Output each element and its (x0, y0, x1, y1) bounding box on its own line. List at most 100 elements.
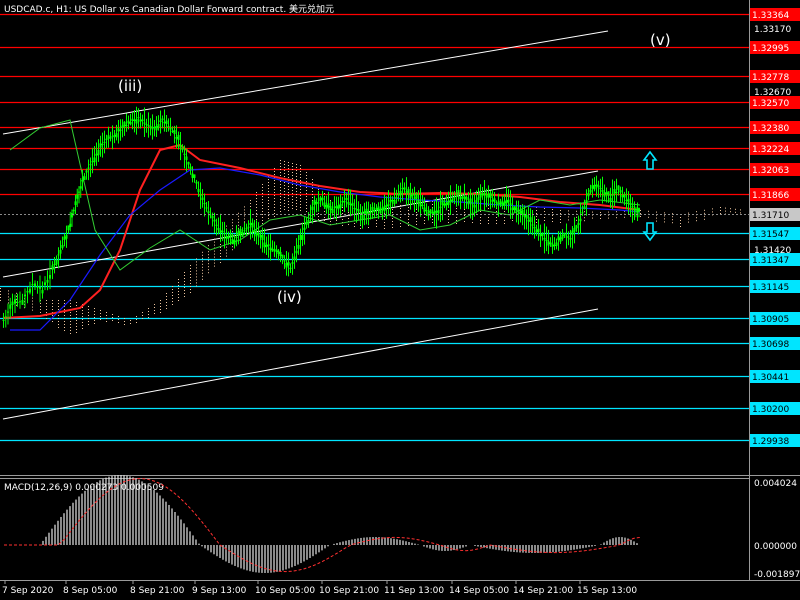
cloud-dot (472, 222, 473, 223)
cloud-dot (568, 219, 569, 221)
cloud-dot (226, 255, 227, 257)
candle-body (619, 190, 622, 193)
cloud-dot (46, 312, 47, 313)
candle-body (603, 192, 606, 197)
candle-body (191, 173, 194, 178)
cloud-dot (552, 215, 553, 216)
cloud-dot (664, 221, 665, 223)
candle-body (481, 193, 484, 195)
cloud-dot (400, 226, 401, 227)
candle-body (359, 212, 362, 214)
time-axis-label: 10 Sep 05:00 (255, 586, 315, 596)
candle-body (235, 236, 238, 238)
cloud-dot (680, 220, 681, 221)
cloud-dot (268, 194, 269, 195)
cloud-dot (118, 319, 119, 320)
cloud-dot (268, 203, 269, 204)
cloud-dot (408, 219, 409, 220)
candle-body (627, 198, 630, 203)
cloud-dot (160, 306, 161, 307)
candle-body (83, 176, 86, 181)
cloud-dot (568, 216, 569, 218)
cloud-dot (274, 189, 275, 190)
cloud-dot (184, 275, 185, 276)
cloud-dot (704, 209, 705, 211)
cloud-dot (268, 215, 269, 216)
candle-body (509, 203, 512, 205)
cloud-dot (432, 222, 433, 223)
cloud-dot (190, 289, 191, 290)
candle-body (459, 196, 462, 200)
candle-body (197, 189, 200, 193)
chart-window[interactable]: (iii) (iv) (v) USDCAD.c, H1: US Dollar v… (0, 0, 800, 600)
cloud-dot (40, 309, 41, 310)
candle-body (575, 225, 578, 229)
candle-body (9, 304, 12, 309)
cloud-dot (288, 171, 289, 172)
candle-body (295, 250, 298, 254)
candle-body (231, 239, 234, 244)
cloud-dot (296, 185, 297, 186)
wave-label-iii: (iii) (118, 77, 142, 95)
price-scale[interactable]: 1.33364 1.32995 1.32778 1.32570 1.32380 1.322… (750, 8, 800, 447)
cloud-dot (208, 260, 209, 262)
candle-body (351, 202, 354, 206)
cloud-dot (268, 191, 269, 192)
cloud-dot (306, 181, 307, 182)
cloud-dot (64, 309, 65, 310)
cloud-dot (274, 201, 275, 202)
cloud-dot (232, 225, 233, 227)
cloud-dot (70, 321, 71, 322)
cloud-dot (70, 306, 71, 307)
candle-body (429, 209, 432, 213)
cloud-dot (238, 215, 239, 217)
cloud-dot (124, 321, 125, 322)
candle-body (635, 208, 637, 211)
cloud-dot (76, 326, 77, 327)
cloud-dot (552, 221, 553, 222)
cloud-dot (296, 200, 297, 201)
candle-body (571, 230, 574, 235)
cloud-dot (178, 300, 179, 301)
cloud-dot (296, 188, 297, 189)
cloud-dot (106, 318, 107, 319)
cloud-dot (488, 217, 489, 218)
cloud-dot (148, 311, 149, 312)
cloud-dot (178, 294, 179, 295)
candle-body (393, 200, 396, 205)
candle-body (553, 245, 556, 247)
cloud-dot (280, 196, 281, 197)
cloud-dot (88, 321, 89, 322)
cloud-dot (296, 197, 297, 198)
cloud-dot (376, 226, 377, 227)
candle-body (24, 294, 26, 297)
candle-body (455, 195, 458, 197)
candle-body (291, 262, 294, 264)
level-label: 1.31145 (752, 283, 789, 293)
cloud-dot (456, 211, 457, 212)
candle-body (377, 206, 380, 210)
candle-body (31, 284, 34, 286)
cloud-dot (342, 225, 343, 226)
cloud-dot (720, 213, 721, 214)
cloud-dot (292, 172, 293, 173)
cloud-dot (64, 303, 65, 304)
cloud-dot (296, 173, 297, 174)
candle-body (267, 244, 270, 247)
candle-body (131, 118, 134, 121)
candle-body (423, 207, 426, 212)
cloud-dot (208, 272, 209, 274)
cloud-dot (262, 214, 263, 215)
candle-body (489, 193, 492, 198)
cloud-dot (384, 219, 385, 220)
cloud-dot (46, 306, 47, 307)
candle-body (41, 290, 44, 294)
candle-body (361, 215, 364, 220)
cloud-dot (306, 178, 307, 179)
cloud-dot (288, 162, 289, 163)
cloud-dot (280, 166, 281, 167)
cloud-dot (154, 304, 155, 305)
candle-body (65, 235, 68, 239)
cloud-dot (232, 219, 233, 221)
cloud-dot (268, 212, 269, 213)
